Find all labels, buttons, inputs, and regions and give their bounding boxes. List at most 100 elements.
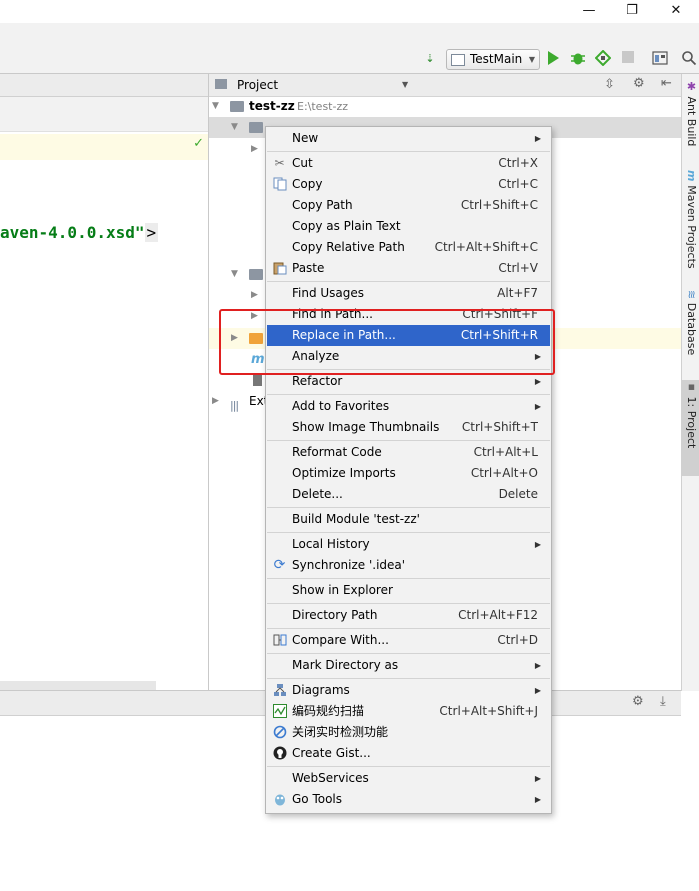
diagram-icon [272,683,287,698]
menu-item-delete[interactable]: Delete... Delete [267,484,550,505]
menu-item-disable-realtime-check[interactable]: 关闭实时检测功能 [267,722,550,743]
menu-separator [267,628,550,629]
module-folder-icon [230,101,244,112]
tab-maven-projects[interactable]: m Maven Projects [682,170,699,269]
submenu-arrow-icon: ▶ [534,402,541,411]
menu-item-reformat-code[interactable]: Reformat Code Ctrl+Alt+L [267,442,550,463]
expand-arrow-icon[interactable]: ▶ [251,139,258,160]
copy-icon [272,177,287,192]
menu-item-directory-path[interactable]: Directory Path Ctrl+Alt+F12 [267,605,550,626]
github-icon [272,746,287,761]
menu-item-mark-directory-as[interactable]: Mark Directory as ▶ [267,655,550,676]
menu-item-optimize-imports[interactable]: Optimize Imports Ctrl+Alt+O [267,463,550,484]
compare-icon [272,633,287,648]
window-title-bar: — ❐ ✕ [0,0,699,23]
run-config-label: TestMain [470,52,523,66]
close-button[interactable]: ✕ [653,0,699,23]
sort-icon[interactable]: ⇣ [421,50,439,68]
folder-icon: ▪ [685,380,698,397]
paste-icon [272,261,287,276]
sync-icon: ⟳ [273,557,286,573]
menu-item-synchronize[interactable]: ⟳ Synchronize '.idea' [267,555,550,576]
check-icon: ✓ [193,136,204,151]
libraries-icon: ||| [230,399,239,412]
stop-icon[interactable] [619,50,637,68]
maximize-button[interactable]: ❐ [609,0,655,23]
menu-item-copy-path[interactable]: Copy Path Ctrl+Shift+C [267,195,550,216]
menu-item-go-tools[interactable]: Go Tools ▶ [267,789,550,810]
disable-icon [272,725,287,740]
project-icon [215,79,227,89]
menu-item-webservices[interactable]: WebServices ▶ [267,768,550,789]
menu-item-local-history[interactable]: Local History ▶ [267,534,550,555]
code-bracket: > [144,223,159,242]
menu-item-show-image-thumbnails[interactable]: Show Image Thumbnails Ctrl+Shift+T [267,417,550,438]
menu-item-create-gist[interactable]: Create Gist... [267,743,550,764]
menu-item-find-usages[interactable]: Find Usages Alt+F7 [267,283,550,304]
hide-panel-icon[interactable]: ⇤ [661,76,672,91]
menu-separator [267,281,550,282]
editor-breadcrumb [0,97,208,132]
project-panel-header: Project ▼ ⇳ ⚙ ⇤ [209,74,681,97]
minimize-button[interactable]: — [566,0,612,23]
menu-separator [267,507,550,508]
root-path: E:\test-zz [297,100,349,113]
chevron-down-icon[interactable]: ▼ [402,80,408,89]
collapse-all-icon[interactable]: ⇳ [604,77,615,92]
file-icon [253,374,262,386]
submenu-arrow-icon: ▶ [534,686,541,695]
tab-database[interactable]: ≋ Database [682,290,699,355]
menu-separator [267,766,550,767]
highlight-box [219,309,555,375]
menu-item-cut[interactable]: ✂ Cut Ctrl+X [267,153,550,174]
menu-item-new[interactable]: New ▶ [267,128,550,149]
menu-separator [267,578,550,579]
submenu-arrow-icon: ▶ [534,661,541,670]
gear-icon[interactable]: ⚙ [632,694,644,709]
coverage-icon[interactable] [594,49,612,68]
submenu-arrow-icon: ▶ [534,795,541,804]
menu-bar [0,23,699,46]
folder-icon [249,269,263,280]
menu-item-compare-with[interactable]: Compare With... Ctrl+D [267,630,550,651]
expand-arrow-icon[interactable]: ▶ [212,391,219,412]
menu-item-copy[interactable]: Copy Ctrl+C [267,174,550,195]
editor-current-line: ✓ [0,134,208,160]
gopher-icon [272,792,287,807]
expand-arrow-icon[interactable]: ▼ [231,264,238,285]
menu-item-paste[interactable]: Paste Ctrl+V [267,258,550,279]
run-icon[interactable] [544,50,562,68]
menu-separator [267,603,550,604]
menu-item-copy-plain-text[interactable]: Copy as Plain Text [267,216,550,237]
tab-ant-build[interactable]: ✱ Ant Build [682,80,699,146]
menu-item-add-to-favorites[interactable]: Add to Favorites ▶ [267,396,550,417]
expand-arrow-icon[interactable]: ▶ [251,285,258,306]
config-icon [451,54,465,66]
horizontal-scrollbar[interactable] [0,681,156,690]
tab-project[interactable]: ▪ 1: Project [682,380,699,476]
root-name: test-zz [249,99,295,113]
menu-separator [267,440,550,441]
hide-panel-icon[interactable]: ⤓ [660,694,666,709]
expand-arrow-icon[interactable]: ▼ [231,117,238,138]
menu-item-show-in-explorer[interactable]: Show in Explorer [267,580,550,601]
tree-row-root[interactable]: ▼ test-zz E:\test-zz [209,96,681,117]
scissors-icon: ✂ [274,156,285,170]
menu-separator [267,678,550,679]
scan-icon [272,704,287,719]
menu-item-code-scan[interactable]: 编码规约扫描 Ctrl+Alt+Shift+J [267,701,550,722]
submenu-arrow-icon: ▶ [534,134,541,143]
menu-item-build-module[interactable]: Build Module 'test-zz' [267,509,550,530]
menu-item-copy-relative-path[interactable]: Copy Relative Path Ctrl+Alt+Shift+C [267,237,550,258]
editor-tab-bar [0,74,208,97]
debug-icon[interactable] [569,50,587,68]
code-line[interactable]: aven-4.0.0.xsd" > [0,219,159,247]
search-icon[interactable] [680,50,698,68]
main-toolbar: ⇣ TestMain ▼ [0,45,699,74]
project-structure-icon[interactable] [651,50,669,68]
editor-area[interactable]: ✓ aven-4.0.0.xsd" > [0,74,209,690]
run-configuration-select[interactable]: TestMain ▼ [446,49,540,70]
menu-item-diagrams[interactable]: Diagrams ▶ [267,680,550,701]
expand-arrow-icon[interactable]: ▼ [212,96,219,117]
gear-icon[interactable]: ⚙ [633,76,645,91]
